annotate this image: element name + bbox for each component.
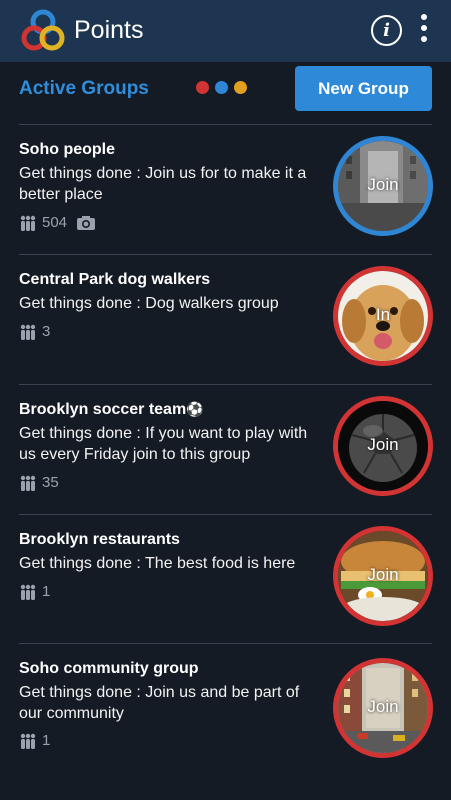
group-title: Brooklyn soccer team⚽	[19, 401, 204, 419]
group-title-text: Brooklyn soccer team	[19, 401, 187, 418]
member-count: 3	[42, 323, 51, 340]
group-meta: 1	[19, 583, 50, 600]
group-title: Brooklyn restaurants	[19, 531, 180, 548]
join-label: Join	[367, 435, 399, 454]
members-icon	[20, 475, 36, 491]
soccer-ball-icon: ⚽	[186, 401, 204, 417]
orange-dot	[234, 81, 247, 94]
join-label: Join	[367, 697, 399, 716]
red-dot	[196, 81, 209, 94]
group-title: Central Park dog walkers	[19, 271, 211, 288]
group-description: Get things done : If you want to play wi…	[19, 425, 308, 463]
join-label: Join	[367, 175, 399, 194]
join-label: Join	[367, 565, 399, 584]
blue-dot	[215, 81, 228, 94]
members-icon	[20, 215, 36, 231]
group-description: Get things done : Dog walkers group	[19, 295, 279, 312]
members-icon	[20, 324, 36, 340]
join-label: In	[375, 305, 391, 324]
member-count: 35	[42, 474, 59, 491]
member-count: 504	[42, 214, 68, 231]
members-icon	[20, 584, 36, 600]
new-group-button[interactable]: New Group	[295, 66, 432, 111]
group-meta: 504	[19, 214, 96, 231]
group-meta: 1	[19, 732, 50, 749]
app-title: Points	[74, 16, 144, 44]
join-button[interactable]: Join	[333, 658, 433, 758]
color-dots	[196, 81, 247, 94]
join-button[interactable]: Join	[333, 136, 433, 236]
group-meta: 3	[19, 323, 50, 340]
group-meta: 35	[19, 474, 59, 491]
app-bar: Points i	[0, 0, 451, 62]
members-icon	[20, 733, 36, 749]
group-description: Get things done : Join us for to make it…	[19, 165, 307, 203]
member-count: 1	[42, 732, 51, 749]
active-groups-title: Active Groups	[19, 78, 149, 99]
group-description: Get things done : The best food is here	[19, 555, 296, 572]
join-button[interactable]: Join	[333, 396, 433, 496]
join-button[interactable]: In	[333, 266, 433, 366]
group-row-brooklyn-restaurants[interactable]: Brooklyn restaurants Get things done : T…	[0, 515, 451, 644]
group-row-soho-people[interactable]: Soho people Get things done : Join us fo…	[0, 125, 451, 254]
join-button[interactable]: Join	[333, 526, 433, 626]
overflow-menu-icon[interactable]	[418, 14, 430, 46]
camera-icon	[77, 215, 96, 230]
info-icon[interactable]: i	[371, 15, 402, 46]
member-count: 1	[42, 583, 51, 600]
group-title: Soho people	[19, 141, 115, 158]
group-description: Get things done : Join us and be part of…	[19, 684, 300, 722]
points-logo-icon	[21, 9, 65, 51]
group-row-central-park-dog-walkers[interactable]: Central Park dog walkers Get things done…	[0, 255, 451, 384]
group-title: Soho community group	[19, 660, 199, 677]
group-row-soho-community-group[interactable]: Soho community group Get things done : J…	[0, 644, 451, 800]
group-row-brooklyn-soccer-team[interactable]: Brooklyn soccer team⚽ Get things done : …	[0, 385, 451, 514]
